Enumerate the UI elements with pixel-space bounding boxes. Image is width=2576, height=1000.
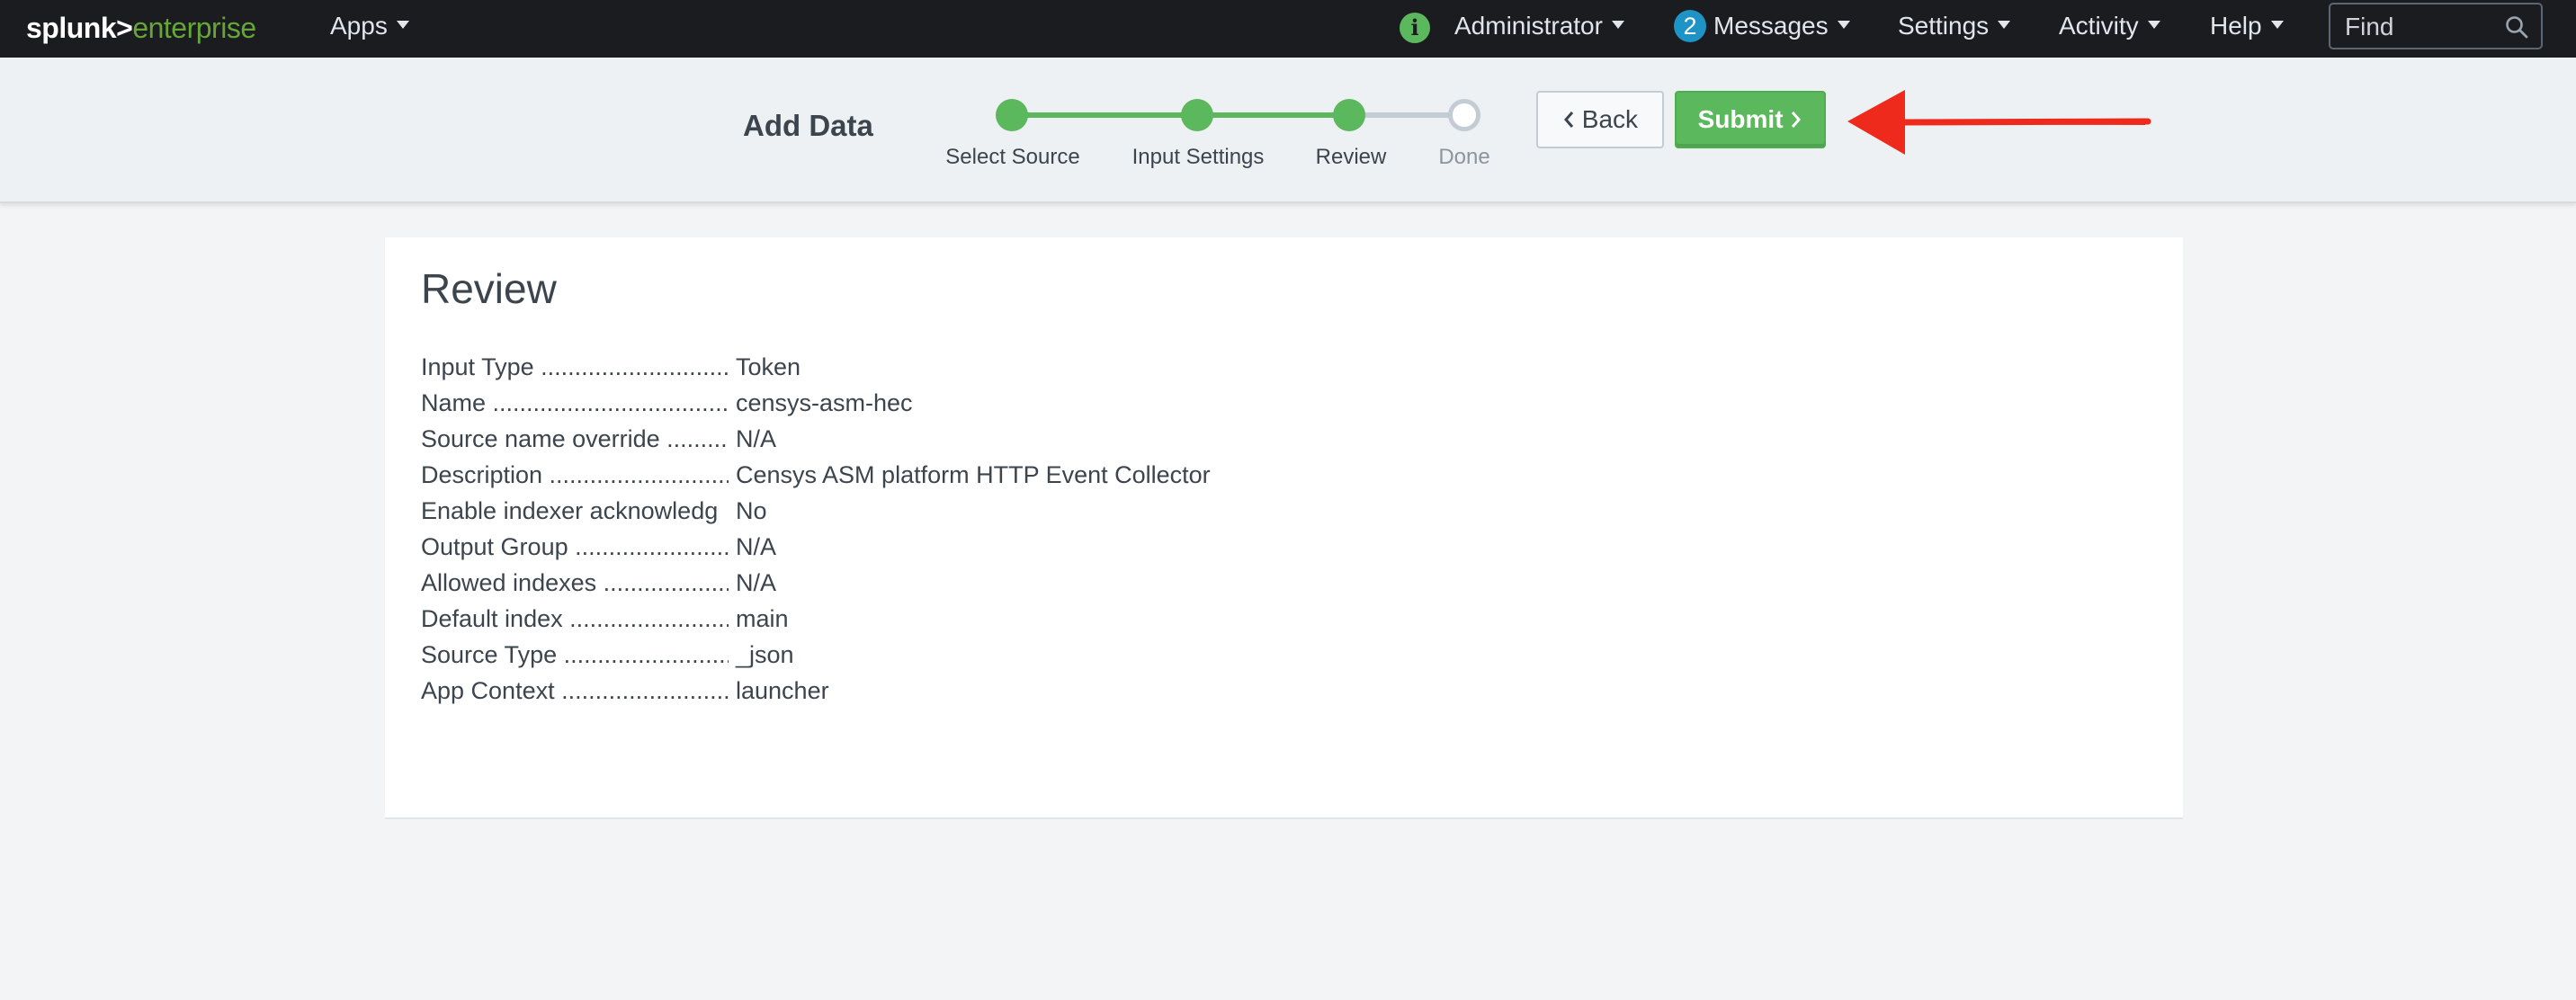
review-row-key: Source name override ......... [421,425,728,452]
review-row-key: Name ...................................… [421,389,729,416]
review-row-input-type: Input Type .............................… [421,349,1500,385]
review-row-value: censys-asm-hec [736,389,913,416]
settings-menu[interactable]: Settings [1898,0,2011,58]
step-connector [1012,112,1197,118]
review-row-value: main [736,605,789,632]
review-panel: Review Input Type ......................… [385,237,2183,819]
review-row-value: launcher [736,677,829,704]
step-dot-review [1333,99,1365,131]
review-row-key: Allowed indexes .................... [421,569,729,596]
review-row-key: Source Type ............................ [421,641,729,668]
step-label-input-settings[interactable]: Input Settings [1132,145,1265,170]
find-search-box[interactable] [2329,3,2543,49]
help-menu-label: Help [2210,12,2262,40]
step-dot-select-source[interactable] [996,99,1028,131]
chevron-down-icon [1611,21,1624,30]
review-row-key: Description ............................… [421,461,729,488]
review-row-indexer-acknowledgement: Enable indexer acknowledg No [421,493,1500,529]
chevron-down-icon [2147,21,2160,30]
review-row-key: App Context ............................ [421,677,729,704]
step-label-done: Done [1438,145,1490,169]
review-row-value: _json [736,641,794,668]
review-row-app-context: App Context ............................… [421,673,1500,709]
review-details-list: Input Type .............................… [421,349,1500,709]
review-row-output-group: Output Group ......................... N… [421,529,1500,565]
help-menu[interactable]: Help [2210,0,2284,58]
messages-count-badge: 2 [1674,9,1706,42]
back-button-label: Back [1581,105,1639,133]
step-connector [1197,112,1349,118]
review-row-value: N/A [736,569,777,596]
settings-menu-label: Settings [1898,12,1990,40]
activity-menu[interactable]: Activity [2059,0,2160,58]
top-navigation-bar: splunk>enterprise Apps i Administrator 2… [0,0,2576,58]
user-menu-label: Administrator [1454,12,1603,40]
review-row-value: N/A [736,425,777,452]
user-menu[interactable]: Administrator [1454,0,1624,58]
review-row-source-type: Source Type ............................… [421,637,1500,673]
find-input[interactable] [2343,12,2500,42]
step-connector [1349,112,1464,118]
apps-menu[interactable]: Apps [330,0,409,58]
messages-menu-label: Messages [1713,12,1829,40]
page-title: Add Data [743,109,873,142]
step-dot-input-settings[interactable] [1181,99,1213,131]
logo-secondary: enterprise [132,12,256,44]
chevron-down-icon [396,21,409,30]
review-row-key: Input Type .............................… [421,353,729,380]
chevron-down-icon [1837,21,1850,30]
chevron-down-icon [1998,21,2011,30]
review-row-source-name-override: Source name override ......... N/A [421,421,1500,457]
chevron-down-icon [2270,21,2284,30]
review-row-default-index: Default index ..........................… [421,601,1500,637]
back-button[interactable]: Back [1536,91,1664,148]
review-title: Review [421,265,557,312]
chevron-left-icon [1562,93,1575,147]
splunk-logo[interactable]: splunk>enterprise [26,10,256,46]
red-arrow-annotation-icon [1847,90,2151,155]
activity-menu-label: Activity [2059,12,2139,40]
messages-menu[interactable]: 2 Messages [1674,0,1850,58]
review-row-description: Description ............................… [421,457,1500,493]
review-row-key: Default index .......................... [421,605,729,632]
review-row-value: N/A [736,533,777,560]
step-label-select-source[interactable]: Select Source [945,145,1079,170]
review-row-value: Censys ASM platform HTTP Event Collector [736,461,1211,488]
review-row-name: Name ...................................… [421,385,1500,421]
info-icon[interactable]: i [1400,13,1430,43]
chevron-right-icon [1790,93,1802,147]
step-dot-done [1448,99,1480,131]
review-row-key: Enable indexer acknowledg [421,497,719,524]
review-row-value: No [736,497,767,524]
logo-primary: splunk> [26,12,133,44]
review-row-value: Token [736,353,801,380]
step-label-review: Review [1315,145,1387,169]
search-icon[interactable] [2505,15,2528,39]
submit-button-label: Submit [1697,105,1784,133]
add-data-wizard-header: Add Data Select Source Input Settings Re… [0,58,2576,203]
review-row-allowed-indexes: Allowed indexes .................... N/A [421,565,1500,601]
apps-menu-label: Apps [330,12,388,40]
review-row-key: Output Group ......................... [421,533,729,560]
submit-button[interactable]: Submit [1675,91,1826,148]
